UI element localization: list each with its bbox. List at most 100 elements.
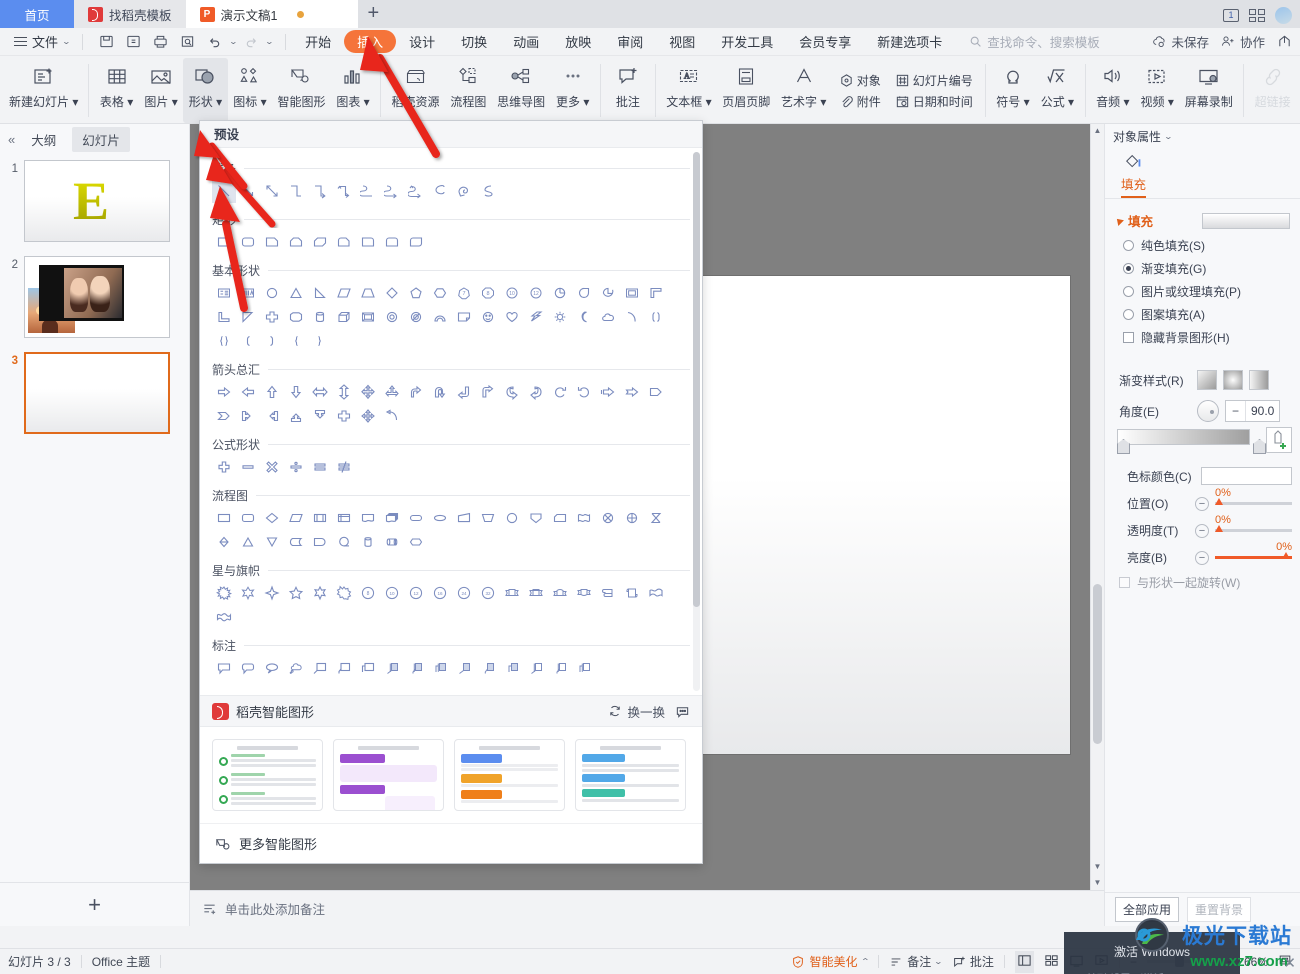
collapse-icon[interactable]: «: [8, 132, 15, 147]
shape-star-5[interactable]: [284, 581, 308, 605]
shape-notched-right-arrow[interactable]: [620, 380, 644, 404]
shape-text-box[interactable]: [212, 281, 236, 305]
shape-up-arrow[interactable]: [260, 380, 284, 404]
chevron-down-icon[interactable]: ⌄: [1164, 132, 1173, 141]
shape-left-brace[interactable]: [284, 329, 308, 353]
shape-oval[interactable]: [260, 281, 284, 305]
flowchart-summing-junction[interactable]: [596, 506, 620, 530]
sorter-view-button[interactable]: [1044, 953, 1059, 971]
shape-freeform[interactable]: [452, 179, 476, 203]
shape-curved-left-arrow[interactable]: [524, 380, 548, 404]
shape-star-16[interactable]: 16: [428, 581, 452, 605]
tab-slides[interactable]: 幻灯片: [72, 126, 130, 152]
callout-accent-2[interactable]: [404, 656, 428, 680]
shape-rounded-rectangle[interactable]: [236, 230, 260, 254]
chevron-down-icon[interactable]: ⌄: [934, 957, 943, 966]
scrollbar-thumb[interactable]: [693, 151, 700, 607]
shape-round-diagonal-rectangle[interactable]: [404, 230, 428, 254]
callout-line-2[interactable]: [332, 656, 356, 680]
shape-divide[interactable]: [284, 455, 308, 479]
gradient-style-radial[interactable]: [1223, 370, 1243, 390]
shape-circular-arrow[interactable]: [548, 380, 572, 404]
scroll-next-slide-arrow[interactable]: ▼: [1091, 876, 1104, 890]
ribbon-tab-design[interactable]: 设计: [396, 30, 448, 53]
print-preview-icon[interactable]: [176, 31, 200, 53]
callout-line-1[interactable]: [308, 656, 332, 680]
callout-border-1[interactable]: [524, 656, 548, 680]
scroll-up-arrow[interactable]: ▲: [1091, 124, 1104, 138]
notes-toggle-button[interactable]: 备注 ⌄: [889, 953, 943, 970]
decrement-icon[interactable]: −: [1226, 401, 1246, 421]
ribbon-tab-member[interactable]: 会员专享: [786, 30, 864, 53]
shape-dodecagon[interactable]: 12: [524, 281, 548, 305]
shape-wave[interactable]: [644, 581, 668, 605]
list-item[interactable]: 3: [4, 352, 185, 434]
flowchart-extract[interactable]: [236, 530, 260, 554]
list-item[interactable]: 1 E: [4, 160, 185, 242]
shape-elbow-arrow[interactable]: [308, 179, 332, 203]
callout-border-2[interactable]: [548, 656, 572, 680]
ribbon-audio[interactable]: 音频 ▾: [1091, 58, 1135, 123]
redo-icon[interactable]: [239, 31, 263, 53]
gradient-stop-right[interactable]: [1253, 439, 1266, 454]
flowchart-magnetic-disk[interactable]: [356, 530, 380, 554]
shape-parallelogram[interactable]: [332, 281, 356, 305]
shape-arc[interactable]: [620, 305, 644, 329]
flowchart-manual-operation[interactable]: [476, 506, 500, 530]
flowchart-document[interactable]: [356, 506, 380, 530]
shape-bent-arrow[interactable]: [404, 380, 428, 404]
slide-thumbnail-3[interactable]: [24, 352, 170, 434]
ribbon-picture[interactable]: 图片 ▾: [139, 58, 183, 123]
shape-diamond[interactable]: [380, 281, 404, 305]
shape-left-right-up-arrow[interactable]: [380, 380, 404, 404]
scroll-thumb[interactable]: [1093, 584, 1102, 744]
shapes-dropdown-panel[interactable]: 预设 线条 矩形 基本形状 7 8 10 12 箭头总汇 公式形状 流程图 星与…: [199, 120, 703, 864]
tab-outline[interactable]: 大纲: [21, 127, 66, 152]
flowchart-sort[interactable]: [212, 530, 236, 554]
object-properties-header[interactable]: 对象属性 ⌄: [1105, 124, 1300, 148]
shape-double-wave[interactable]: [212, 605, 236, 629]
shape-right-bracket[interactable]: [260, 329, 284, 353]
collaborate-button[interactable]: 协作: [1221, 32, 1265, 51]
ribbon-attachment[interactable]: 附件: [835, 91, 885, 112]
stop-color-picker[interactable]: [1201, 467, 1292, 485]
flowchart-punched-tape[interactable]: [572, 506, 596, 530]
flowchart-collate[interactable]: [644, 506, 668, 530]
callout-oval[interactable]: [260, 656, 284, 680]
add-slide-button[interactable]: +: [0, 882, 189, 926]
customize-toolbar-icon[interactable]: ⌄: [265, 37, 274, 46]
shape-curve[interactable]: [428, 179, 452, 203]
shape-pentagon[interactable]: [404, 281, 428, 305]
shape-chevron[interactable]: [212, 404, 236, 428]
ribbon-tab-animation[interactable]: 动画: [500, 30, 552, 53]
flowchart-multidocument[interactable]: [380, 506, 404, 530]
shape-down-ribbon[interactable]: [524, 581, 548, 605]
flowchart-stored-data[interactable]: [284, 530, 308, 554]
ribbon-more[interactable]: 更多 ▾: [551, 58, 595, 123]
shape-curved-arrow-3[interactable]: [380, 404, 404, 428]
shape-elbow-double-arrow[interactable]: [332, 179, 356, 203]
smartart-card-blue[interactable]: [575, 739, 686, 812]
shape-right-triangle-2[interactable]: [236, 305, 260, 329]
shape-double-bracket[interactable]: [644, 305, 668, 329]
cloud-unsaved-button[interactable]: 未保存: [1152, 32, 1209, 51]
shape-pie[interactable]: [548, 281, 572, 305]
save-icon[interactable]: [95, 31, 119, 53]
slide-thumbnail-2[interactable]: [24, 256, 170, 338]
beautify-button[interactable]: 智能美化 ⌃: [791, 953, 870, 970]
shape-star-8[interactable]: 8: [356, 581, 380, 605]
flowchart-delay[interactable]: [308, 530, 332, 554]
shape-heart[interactable]: [500, 305, 524, 329]
shape-folded-corner[interactable]: [452, 305, 476, 329]
ribbon-shape[interactable]: 形状 ▾: [183, 58, 228, 123]
ribbon-slide-number[interactable]: 幻灯片编号: [891, 70, 977, 91]
flowchart-process[interactable]: [212, 506, 236, 530]
option-solid-fill[interactable]: 纯色填充(S): [1105, 234, 1300, 257]
shape-heptagon[interactable]: 7: [452, 281, 476, 305]
add-gradient-stop-button[interactable]: [1266, 427, 1292, 453]
ribbon-icons[interactable]: 图标 ▾: [228, 58, 272, 123]
callout-accent-bar-1[interactable]: [452, 656, 476, 680]
option-hide-background[interactable]: 隐藏背景图形(H): [1105, 326, 1300, 349]
shape-right-triangle[interactable]: [308, 281, 332, 305]
refresh-button[interactable]: 换一换: [608, 702, 665, 721]
